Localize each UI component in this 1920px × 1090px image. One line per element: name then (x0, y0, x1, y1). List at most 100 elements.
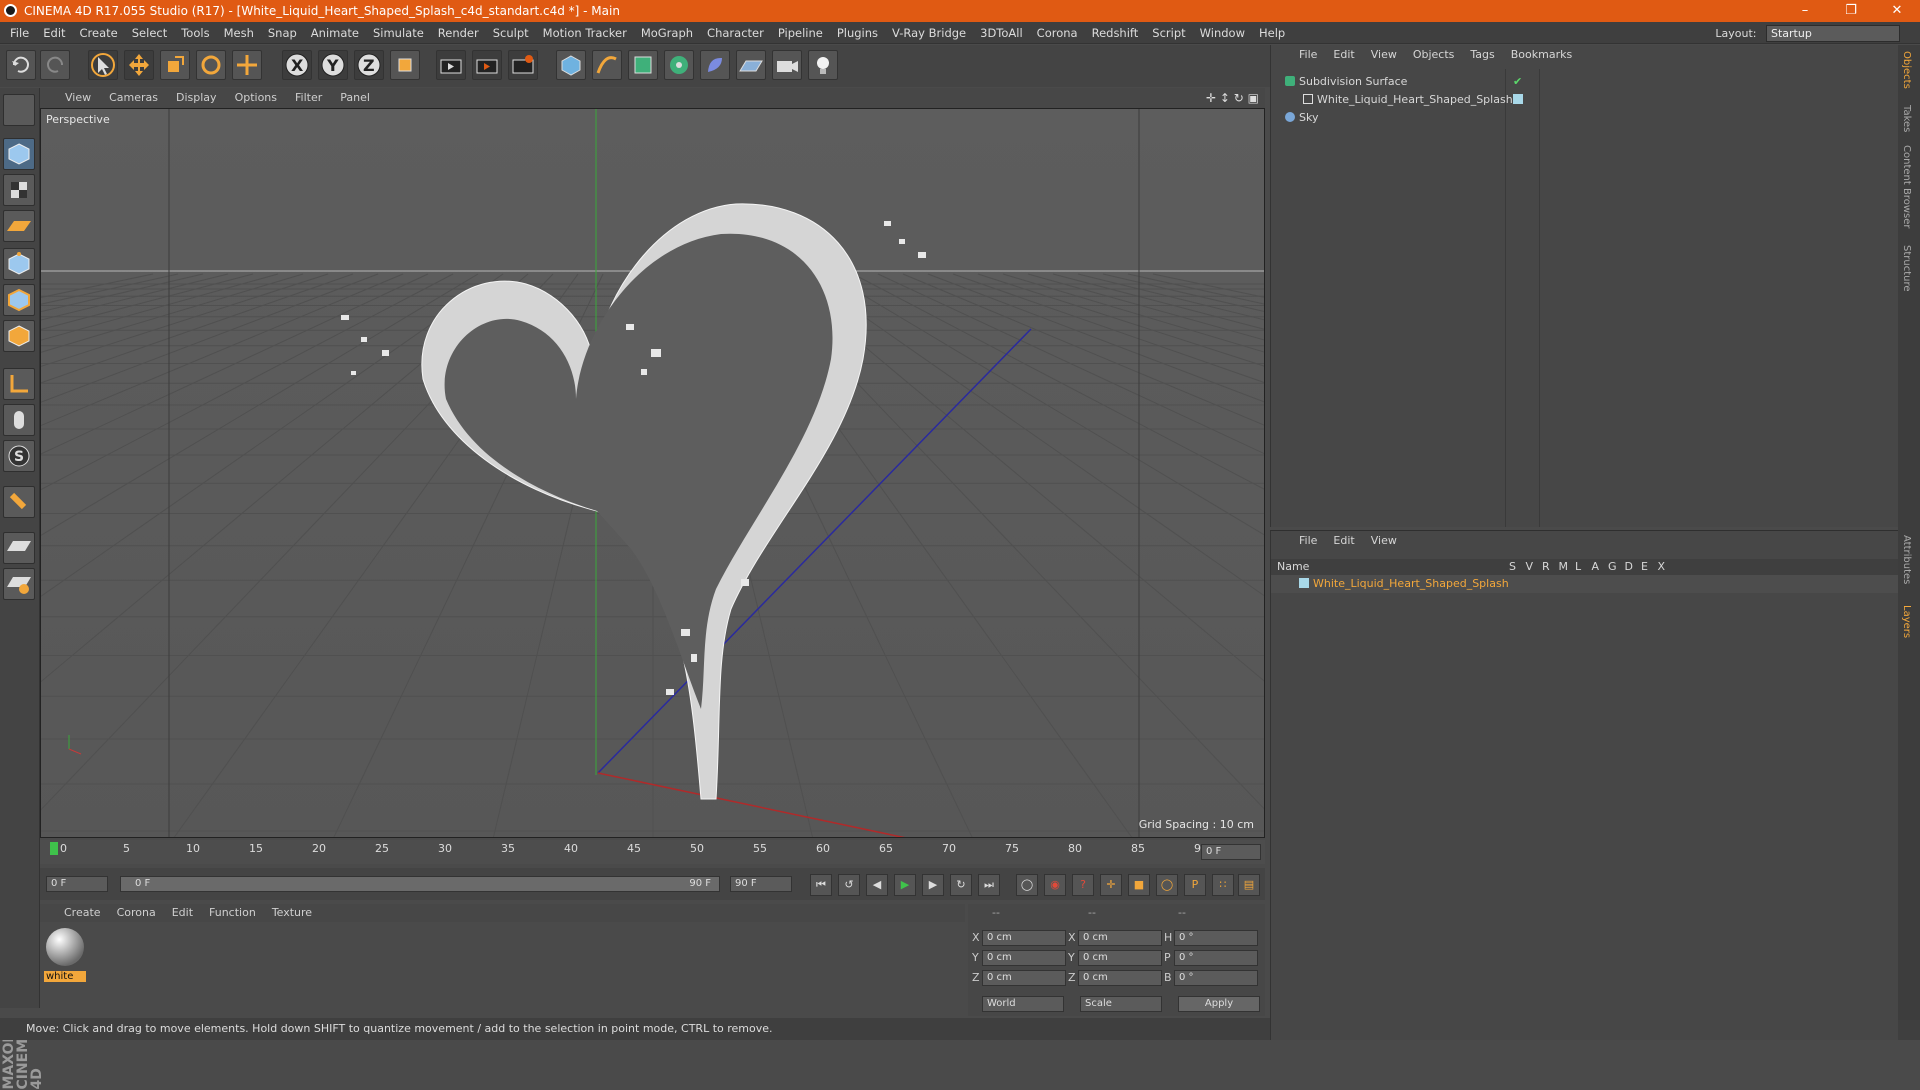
points-mode-icon[interactable] (3, 248, 35, 280)
object-row-subdivision[interactable]: Subdivision Surface ✔ (1271, 73, 1899, 92)
end-frame-field[interactable]: 90 F (730, 876, 792, 892)
layer-column-m[interactable]: M (1559, 560, 1569, 573)
menu-tools[interactable]: Tools (174, 22, 216, 44)
object-menu-file[interactable]: File (1291, 45, 1325, 65)
perspective-viewport[interactable]: Perspective Grid Spacing : 10 cm (40, 108, 1265, 838)
object-row-splash[interactable]: White_Liquid_Heart_Shaped_Splash (1271, 91, 1899, 110)
side-tab-layers[interactable]: Layers (1901, 605, 1912, 638)
layer-column-a[interactable]: A (1592, 560, 1600, 573)
material-menu-edit[interactable]: Edit (164, 904, 201, 922)
material-swatch[interactable]: white (44, 926, 86, 982)
z-axis-lock-icon[interactable]: Z (354, 50, 384, 80)
coord-value-field[interactable]: 0 cm (1078, 950, 1162, 966)
layer-column-e[interactable]: E (1641, 560, 1648, 573)
go-to-end-icon[interactable]: ⏭ (978, 874, 1000, 896)
viewport-menu-panel[interactable]: Panel (331, 88, 379, 108)
scale-tool-icon[interactable] (160, 50, 190, 80)
coord-value-field[interactable]: 0 cm (1078, 970, 1162, 986)
menu-window[interactable]: Window (1193, 22, 1252, 44)
menu-pipeline[interactable]: Pipeline (771, 22, 830, 44)
layer-column-v[interactable]: V (1526, 560, 1534, 573)
playhead-marker[interactable] (50, 842, 58, 855)
texture-mode-icon[interactable] (3, 174, 35, 206)
viewport-menu-view[interactable]: View (56, 88, 100, 108)
x-axis-lock-icon[interactable]: X (282, 50, 312, 80)
viewport-menu-filter[interactable]: Filter (286, 88, 331, 108)
coord-value-field[interactable]: 0 ° (1174, 970, 1258, 986)
menu-character[interactable]: Character (700, 22, 771, 44)
timeline-ruler[interactable]: 051015202530354045505560657075808590 0 F (40, 840, 1265, 864)
apply-button[interactable]: Apply (1178, 996, 1260, 1012)
side-tab-structure[interactable]: Structure (1901, 245, 1912, 292)
menu-edit[interactable]: Edit (36, 22, 72, 44)
menu-simulate[interactable]: Simulate (366, 22, 431, 44)
viewport-menu-cameras[interactable]: Cameras (100, 88, 167, 108)
previous-key-icon[interactable]: ↺ (838, 874, 860, 896)
next-frame-icon[interactable]: ▶ (922, 874, 944, 896)
menu-sculpt[interactable]: Sculpt (486, 22, 536, 44)
y-axis-lock-icon[interactable]: Y (318, 50, 348, 80)
cloner-icon[interactable] (664, 50, 694, 80)
layout-dropdown[interactable]: Startup (1766, 25, 1900, 42)
camera-icon[interactable] (772, 50, 802, 80)
polygons-mode-icon[interactable] (3, 320, 35, 352)
model-mode-icon[interactable] (3, 138, 35, 170)
menu-create[interactable]: Create (73, 22, 125, 44)
object-menu-view[interactable]: View (1363, 45, 1405, 65)
make-editable-icon[interactable] (3, 94, 35, 126)
record-keys-icon[interactable]: ◉ (1044, 874, 1066, 896)
tweak-mode-icon[interactable] (3, 404, 35, 436)
object-row-sky[interactable]: Sky (1271, 109, 1899, 128)
minimize-button[interactable]: – (1782, 0, 1828, 22)
motion-record-icon[interactable]: ◯ (1016, 874, 1038, 896)
menu-render[interactable]: Render (431, 22, 486, 44)
light-icon[interactable] (808, 50, 838, 80)
subdivision-surface-icon[interactable] (628, 50, 658, 80)
pen-spline-icon[interactable] (592, 50, 622, 80)
viewport-menu-display[interactable]: Display (167, 88, 226, 108)
menu-corona[interactable]: Corona (1030, 22, 1085, 44)
layer-column-x[interactable]: X (1658, 560, 1666, 573)
menu-file[interactable]: File (3, 22, 36, 44)
workplane-lock-icon[interactable] (3, 532, 35, 564)
coord-value-field[interactable]: 0 ° (1174, 950, 1258, 966)
start-frame-field[interactable]: 0 F (46, 876, 108, 892)
coordinate-system-icon[interactable] (390, 50, 420, 80)
layer-column-l[interactable]: L (1575, 560, 1581, 573)
render-settings-icon[interactable] (508, 50, 538, 80)
next-key-icon[interactable]: ↻ (950, 874, 972, 896)
layer-column-s[interactable]: S (1509, 560, 1516, 573)
key-parameter-icon[interactable]: P (1184, 874, 1206, 896)
magnet-icon[interactable] (3, 486, 35, 518)
side-tab-content-browser[interactable]: Content Browser (1901, 145, 1912, 228)
layer-column-r[interactable]: R (1542, 560, 1550, 573)
side-tab-takes[interactable]: Takes (1901, 105, 1912, 132)
menu-v-ray-bridge[interactable]: V-Ray Bridge (885, 22, 973, 44)
transform-tool-icon[interactable] (232, 50, 262, 80)
timeline-window-icon[interactable]: ▤ (1238, 874, 1260, 896)
side-tab-objects[interactable]: Objects (1901, 51, 1912, 89)
menu-help[interactable]: Help (1252, 22, 1292, 44)
enabled-check-icon[interactable]: ✔ (1513, 75, 1522, 88)
cube-object-icon[interactable] (556, 50, 586, 80)
menu-motion-tracker[interactable]: Motion Tracker (536, 22, 634, 44)
key-position-icon[interactable]: ✛ (1100, 874, 1122, 896)
viewport-nav-icons[interactable]: ✛ ↕ ↻ ▣ (1206, 91, 1259, 105)
layer-column-g[interactable]: G (1608, 560, 1617, 573)
layer-menu-edit[interactable]: Edit (1325, 531, 1362, 551)
current-frame-field[interactable]: 0 F (1201, 844, 1261, 860)
edges-mode-icon[interactable] (3, 284, 35, 316)
undo-button[interactable] (6, 50, 36, 80)
viewport-menu-options[interactable]: Options (226, 88, 286, 108)
coord-mode-dropdown[interactable]: Scale (1080, 996, 1162, 1012)
side-tab-attributes[interactable]: Attributes (1901, 535, 1912, 584)
layer-menu-view[interactable]: View (1363, 531, 1405, 551)
play-icon[interactable]: ▶ (894, 874, 916, 896)
material-menu-create[interactable]: Create (56, 904, 109, 922)
axis-mode-icon[interactable] (3, 368, 35, 400)
menu-select[interactable]: Select (125, 22, 174, 44)
coord-value-field[interactable]: 0 cm (982, 950, 1066, 966)
object-menu-objects[interactable]: Objects (1405, 45, 1463, 65)
key-scale-icon[interactable]: ■ (1128, 874, 1150, 896)
material-menu-corona[interactable]: Corona (109, 904, 164, 922)
